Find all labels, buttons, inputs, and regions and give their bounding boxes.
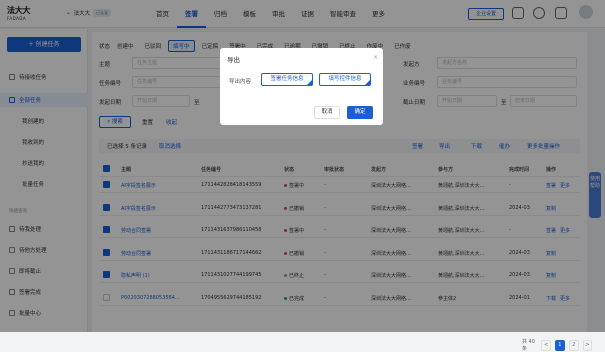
option-label: 填写控件信息	[328, 76, 362, 82]
selected-corner-icon	[365, 80, 370, 85]
pagination: 共 40 条 < 1 2 >	[522, 338, 593, 352]
close-icon[interactable]: ×	[373, 54, 378, 61]
next-page-button[interactable]: >	[582, 339, 593, 351]
cancel-button[interactable]: 取消	[314, 106, 340, 119]
total-count: 共 40 条	[522, 339, 535, 352]
confirm-button[interactable]: 确定	[347, 106, 373, 119]
export-dialog: 导出 × 导出内容 签署任务信息 填写控件信息 取消 确定	[220, 48, 383, 125]
option-label: 签署任务信息	[270, 76, 304, 82]
export-option-sign-info[interactable]: 签署任务信息	[261, 73, 313, 86]
export-option-field-info[interactable]: 填写控件信息	[319, 73, 371, 86]
selected-corner-icon	[307, 80, 312, 85]
page-2-button[interactable]: 2	[568, 339, 579, 351]
page-1-button[interactable]: 1	[555, 339, 565, 351]
dialog-title: 导出	[227, 56, 240, 64]
export-content-label: 导出内容	[229, 79, 252, 85]
prev-page-button[interactable]: <	[541, 339, 551, 351]
